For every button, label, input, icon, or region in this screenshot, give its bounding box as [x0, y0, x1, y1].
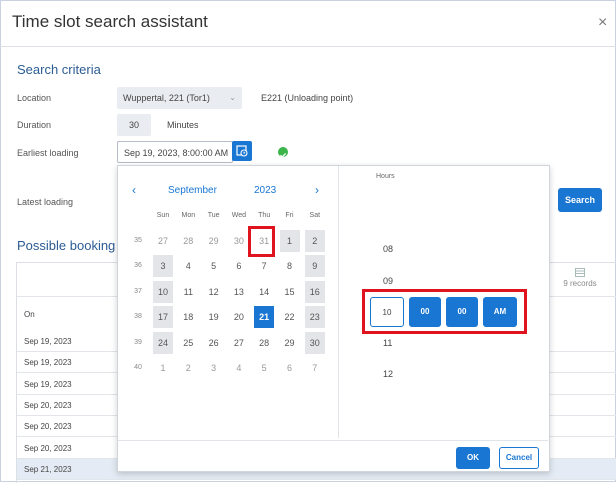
- calendar-day[interactable]: 7: [305, 357, 325, 379]
- week-number: 35: [134, 237, 142, 244]
- booking-heading: Possible booking t: [17, 238, 123, 253]
- week-number: 40: [134, 364, 142, 371]
- day-31-highlight: [248, 226, 275, 257]
- month-selector[interactable]: September: [168, 185, 217, 196]
- search-button[interactable]: Search: [558, 188, 602, 212]
- calendar-day[interactable]: 5: [254, 357, 274, 379]
- calendar-day[interactable]: 24: [153, 331, 173, 354]
- calendar-day[interactable]: 3: [204, 357, 224, 379]
- title-divider: [0, 46, 616, 47]
- year-selector[interactable]: 2023: [254, 185, 276, 196]
- duration-input[interactable]: 30: [117, 114, 151, 136]
- weekday-label: Wed: [231, 212, 247, 219]
- calendar-day[interactable]: 26: [204, 332, 224, 354]
- chevron-down-icon: ⌄: [229, 93, 236, 102]
- hour-option[interactable]: 12: [383, 369, 393, 379]
- table-icon: [575, 268, 585, 277]
- location-value: Wuppertal, 221 (Tor1): [123, 93, 210, 103]
- calendar-day[interactable]: 5: [204, 255, 224, 277]
- calendar-day[interactable]: 1: [279, 230, 300, 252]
- location-description: E221 (Unloading point): [261, 93, 354, 103]
- calendar-button[interactable]: [232, 141, 252, 161]
- calendar-day[interactable]: 14: [254, 281, 274, 303]
- calendar-day[interactable]: 6: [280, 357, 300, 379]
- weekday-label: Fri: [285, 212, 294, 219]
- time-fields-highlight: [362, 289, 527, 334]
- calendar-day[interactable]: 10: [153, 280, 173, 303]
- calendar-day[interactable]: 9: [304, 255, 325, 278]
- hour-option[interactable]: 11: [383, 338, 392, 348]
- calendar-day[interactable]: 3: [153, 255, 173, 278]
- calendar-day[interactable]: 18: [178, 306, 198, 328]
- calendar-day[interactable]: 30: [229, 230, 249, 252]
- weekday-label: Tue: [207, 212, 220, 219]
- calendar-day[interactable]: 13: [229, 281, 249, 303]
- calendar-day[interactable]: 28: [178, 230, 198, 252]
- calendar-day[interactable]: 7: [254, 255, 274, 277]
- week-number: 36: [134, 262, 142, 270]
- location-select[interactable]: Wuppertal, 221 (Tor1) ⌄: [117, 87, 242, 109]
- week-number: 37: [134, 287, 142, 295]
- column-header-on: On: [24, 310, 35, 319]
- hour-option[interactable]: 08: [383, 244, 393, 254]
- weekday-label: Sat: [309, 212, 321, 219]
- calendar-day[interactable]: 11: [178, 281, 198, 303]
- latest-loading-label: Latest loading: [17, 197, 74, 207]
- calendar-day[interactable]: 17: [153, 306, 173, 329]
- earliest-loading-input[interactable]: Sep 19, 2023, 8:00:00 AM: [117, 141, 233, 163]
- search-criteria-heading: Search criteria: [17, 62, 101, 77]
- week-number: 39: [134, 338, 142, 346]
- picker-divider: [338, 166, 339, 438]
- calendar-day[interactable]: 22: [280, 306, 300, 328]
- records-label: 9 records: [563, 279, 597, 288]
- weekday-label: Thu: [258, 212, 271, 219]
- calendar-day[interactable]: 15: [280, 281, 300, 303]
- calendar-day[interactable]: 4: [229, 357, 249, 379]
- next-month-button[interactable]: ›: [315, 183, 319, 197]
- calendar-day[interactable]: 1: [153, 357, 173, 379]
- calendar-day[interactable]: 28: [254, 332, 274, 354]
- hour-option[interactable]: 09: [383, 276, 393, 286]
- records-count: 9 records: [555, 268, 605, 288]
- valid-check-icon: [278, 147, 288, 158]
- calendar-day[interactable]: 25: [178, 332, 198, 354]
- popup-footer-divider: [118, 440, 548, 441]
- close-icon[interactable]: ×: [598, 14, 607, 32]
- duration-unit: Minutes: [167, 120, 199, 130]
- calendar-day[interactable]: 21: [254, 306, 275, 329]
- calendar-day[interactable]: 2: [304, 230, 325, 252]
- calendar-day[interactable]: 30: [304, 331, 325, 354]
- calendar-day[interactable]: 16: [304, 280, 325, 303]
- cancel-button[interactable]: Cancel: [499, 447, 539, 469]
- calendar-day[interactable]: 8: [280, 255, 300, 277]
- ok-button[interactable]: OK: [456, 447, 490, 469]
- calendar-day[interactable]: 12: [204, 281, 224, 303]
- dialog-title: Time slot search assistant: [12, 12, 208, 31]
- earliest-loading-label: Earliest loading: [17, 148, 79, 158]
- calendar-day[interactable]: 20: [229, 306, 249, 328]
- week-number: 38: [134, 313, 142, 321]
- calendar-day[interactable]: 19: [204, 306, 224, 328]
- calendar-clock-icon: [236, 145, 248, 157]
- calendar-day[interactable]: 2: [178, 357, 198, 379]
- calendar-day[interactable]: 6: [229, 255, 249, 277]
- calendar-day[interactable]: 23: [304, 306, 325, 329]
- hours-label: Hours: [376, 173, 395, 180]
- prev-month-button[interactable]: ‹: [132, 183, 136, 197]
- duration-label: Duration: [17, 120, 52, 130]
- weekday-label: Sun: [156, 212, 170, 219]
- calendar-day[interactable]: 27: [153, 230, 173, 252]
- location-label: Location: [17, 93, 52, 103]
- calendar-day[interactable]: 29: [204, 230, 224, 252]
- weekday-label: Mon: [181, 212, 196, 219]
- calendar-day[interactable]: 4: [178, 255, 198, 277]
- calendar-day[interactable]: 27: [229, 332, 249, 354]
- calendar-day[interactable]: 29: [280, 332, 300, 354]
